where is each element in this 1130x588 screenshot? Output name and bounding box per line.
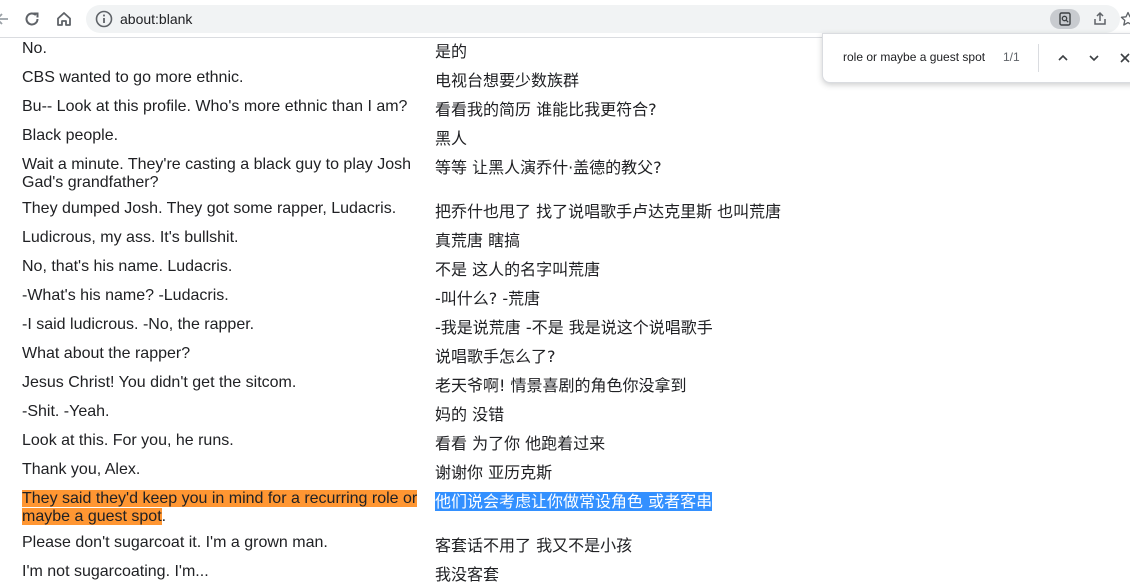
english-line: -Shit. -Yeah. — [22, 403, 110, 420]
english-line: Bu-- Look at this profile. Who's more et… — [22, 98, 408, 115]
english-line: No. — [22, 40, 47, 57]
find-input[interactable]: role or maybe a guest spot — [843, 50, 985, 64]
chinese-line: 说唱歌手怎么了? — [435, 347, 556, 366]
share-icon[interactable] — [1088, 9, 1112, 29]
english-line: Please don't sugarcoat it. I'm a grown m… — [22, 534, 328, 551]
english-line: -What's his name? -Ludacris. — [22, 287, 229, 304]
find-next-button[interactable] — [1083, 47, 1105, 69]
chinese-line: 不是 这人的名字叫荒唐 — [435, 260, 601, 279]
english-line: No, that's his name. Ludacris. — [22, 258, 233, 275]
english-line: Wait a minute. They're casting a black g… — [22, 156, 412, 191]
english-line-tail: . — [161, 508, 167, 525]
page-content: No. 是的 CBS wanted to go more ethnic. 电视台… — [0, 38, 1130, 588]
english-line: Thank you, Alex. — [22, 461, 141, 478]
english-line: What about the rapper? — [22, 345, 191, 362]
chinese-line: -我是说荒唐 -不是 我是说这个说唱歌手 — [435, 318, 713, 337]
find-match-highlight: They said they'd keep you in mind for a … — [22, 490, 418, 525]
find-match-count: 1/1 — [1003, 50, 1020, 64]
chinese-line: 看看 为了你 他跑着过来 — [435, 434, 606, 453]
chinese-line: 他们说会考虑让你做常设角色 或者客串 — [435, 492, 995, 511]
text-selection[interactable]: 他们说会考虑让你做常设角色 或者客串 — [435, 492, 713, 511]
find-in-page-icon[interactable] — [1050, 9, 1080, 29]
english-line: They said they'd keep you in mind for a … — [22, 490, 422, 526]
find-close-button[interactable] — [1114, 47, 1130, 69]
chinese-line: 等等 让黑人演乔什·盖德的教父? — [435, 158, 662, 177]
chinese-line: 我没客套 — [435, 565, 500, 584]
english-line: CBS wanted to go more ethnic. — [22, 69, 244, 86]
chinese-line: 把乔什也甩了 找了说唱歌手卢达克里斯 也叫荒唐 — [435, 202, 782, 221]
english-line: I'm not sugarcoating. I'm... — [22, 563, 209, 580]
english-line: Black people. — [22, 127, 119, 144]
address-url[interactable]: about:blank — [120, 11, 192, 27]
find-divider — [1038, 44, 1039, 72]
chinese-line: -叫什么? -荒唐 — [435, 289, 541, 308]
chevron-up-icon — [1058, 54, 1068, 61]
bookmark-star-icon[interactable] — [1116, 9, 1130, 29]
chinese-line: 老天爷啊! 情景喜剧的角色你没拿到 — [435, 376, 687, 395]
english-line: Jesus Christ! You didn't get the sitcom. — [22, 374, 297, 391]
english-line: Ludicrous, my ass. It's bullshit. — [22, 229, 239, 246]
chinese-line: 妈的 没错 — [435, 405, 505, 424]
find-bar: role or maybe a guest spot 1/1 — [822, 33, 1130, 83]
back-arrow-icon[interactable] — [0, 7, 14, 31]
english-line: Look at this. For you, he runs. — [22, 432, 234, 449]
chevron-down-icon — [1089, 55, 1099, 62]
home-icon[interactable] — [52, 7, 76, 31]
close-icon — [1120, 53, 1130, 63]
chinese-line: 谢谢你 亚历克斯 — [435, 463, 553, 482]
english-line: -I said ludicrous. -No, the rapper. — [22, 316, 255, 333]
find-previous-button[interactable] — [1052, 47, 1074, 69]
reload-icon[interactable] — [20, 7, 44, 31]
chinese-line: 客套话不用了 我又不是小孩 — [435, 536, 633, 555]
address-bar[interactable]: about:blank — [86, 5, 1130, 33]
info-icon[interactable] — [94, 9, 114, 29]
english-line: They dumped Josh. They got some rapper, … — [22, 200, 397, 217]
chinese-line: 真荒唐 瞎搞 — [435, 231, 521, 250]
chinese-line: 看看我的简历 谁能比我更符合? — [435, 100, 657, 119]
chinese-line: 黑人 — [435, 129, 468, 148]
